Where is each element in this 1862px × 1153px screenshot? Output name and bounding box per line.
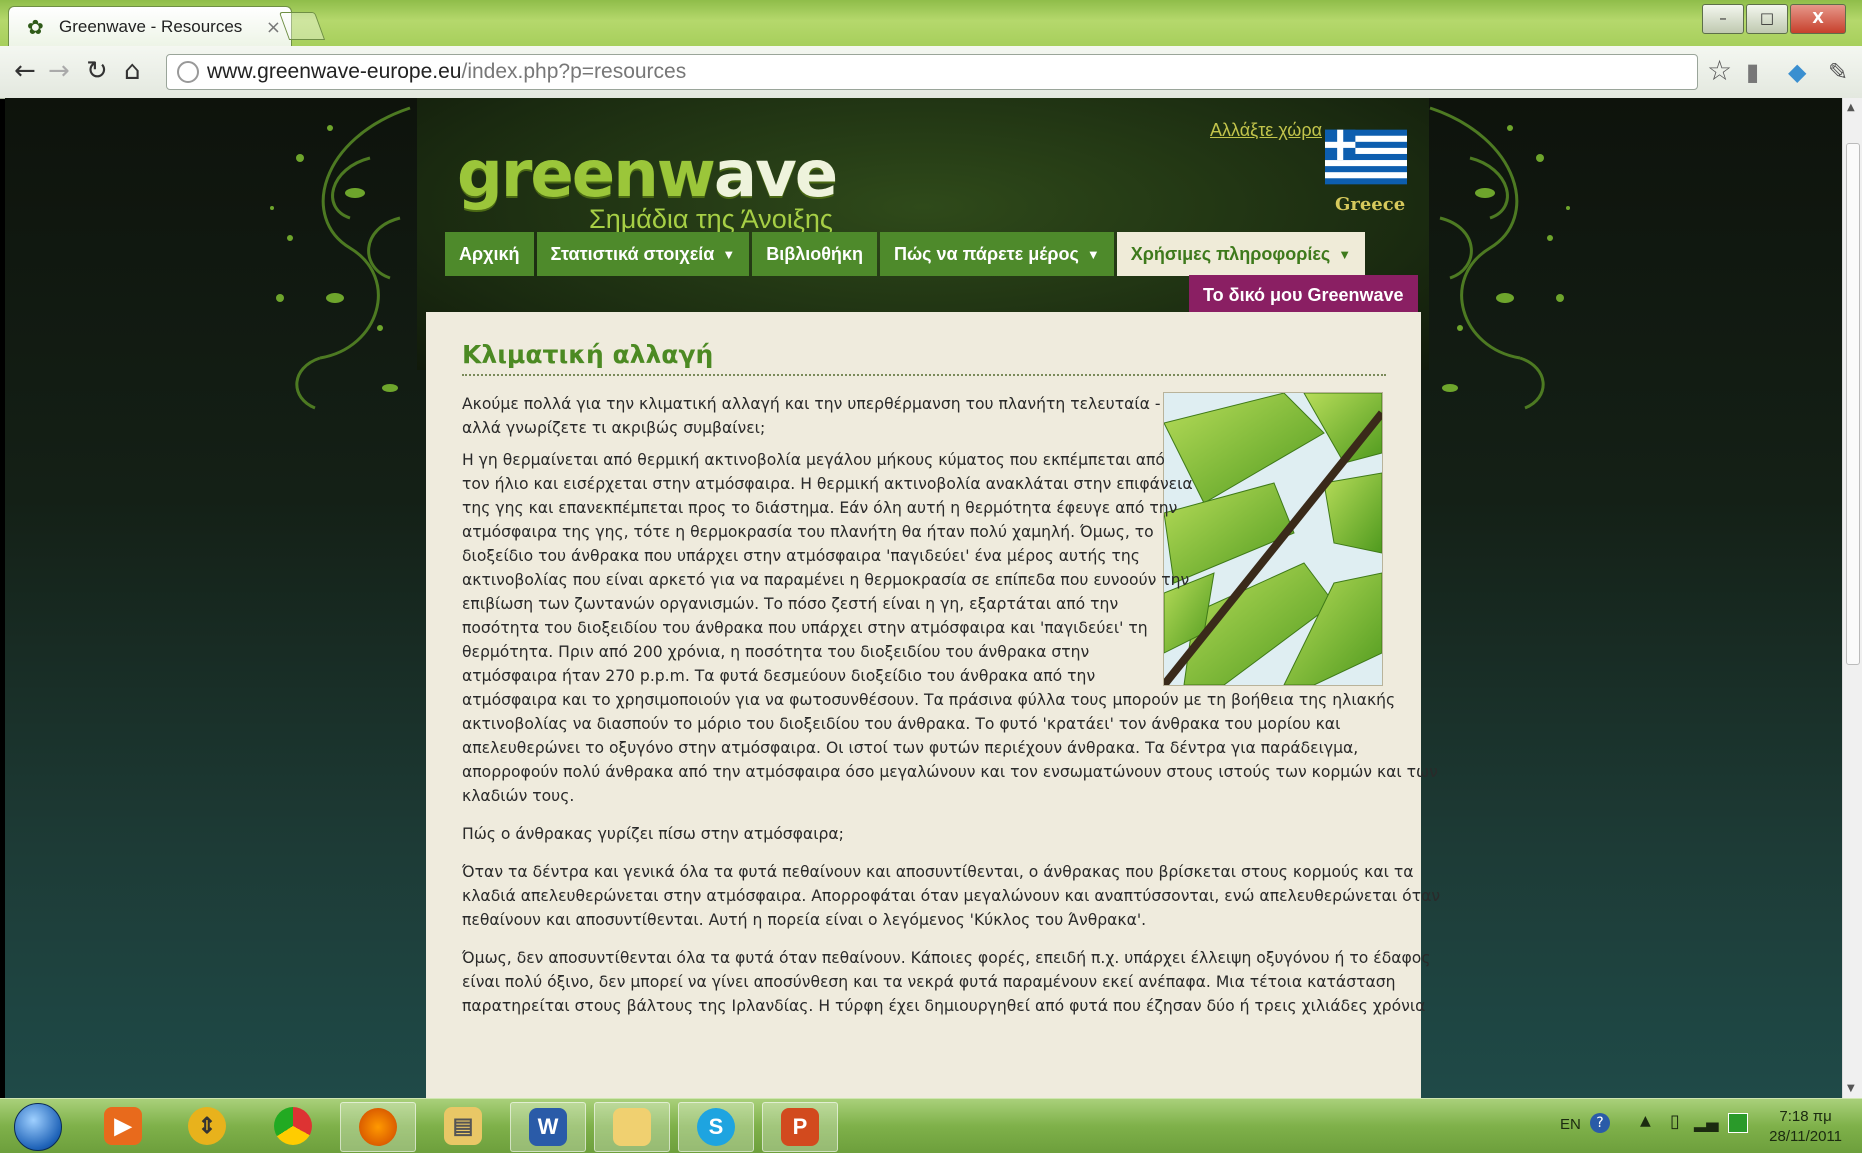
taskbar-media-player[interactable]: ▶ bbox=[86, 1102, 160, 1150]
fern-leaf-image bbox=[1163, 392, 1383, 686]
article-text-line: ατμόσφαιρα και το χρησιμοποιούν για να φ… bbox=[462, 691, 1396, 709]
window-controls: – □ X bbox=[1700, 4, 1846, 34]
taskbar-word[interactable]: W bbox=[510, 1102, 586, 1152]
reload-icon[interactable]: ↻ bbox=[86, 56, 108, 86]
home-icon[interactable]: ⌂ bbox=[124, 56, 141, 86]
my-greenwave-button[interactable]: Το δικό μου Greenwave bbox=[1189, 275, 1418, 316]
greece-flag-icon[interactable] bbox=[1325, 126, 1407, 188]
chevron-down-icon: ▼ bbox=[722, 246, 736, 262]
tray-app-icon[interactable] bbox=[1728, 1113, 1748, 1133]
taskbar-app-arrows[interactable]: ⇕ bbox=[170, 1102, 244, 1150]
minimize-button[interactable]: – bbox=[1702, 4, 1744, 34]
menu-item-participate[interactable]: Πώς να πάρετε μέρος ▼ bbox=[879, 232, 1114, 276]
system-tray: EN ? ▲ ▯ ▂▄ 7:18 πμ 28/11/2011 bbox=[1522, 1099, 1862, 1153]
article-title: Κλιματική αλλαγή bbox=[462, 340, 714, 369]
taskbar-folder[interactable] bbox=[594, 1102, 670, 1152]
taskbar-chrome[interactable] bbox=[256, 1102, 330, 1150]
change-country-link[interactable]: Αλλάξτε χώρα bbox=[1210, 120, 1322, 141]
taskbar-skype[interactable]: S bbox=[678, 1102, 754, 1152]
system-clock[interactable]: 7:18 πμ 28/11/2011 bbox=[1769, 1107, 1842, 1147]
windows-taskbar: ▶ ⇕ ▤ W S P EN ? ▲ ▯ ▂▄ 7:18 πμ 28/11/20… bbox=[0, 1098, 1862, 1153]
extension-icon[interactable]: ◆ bbox=[1788, 58, 1806, 86]
country-name: Greece bbox=[1335, 194, 1406, 215]
article-text-line: απελευθερώνει το οξυγόνο στην ατμόσφαιρα… bbox=[462, 739, 1359, 757]
scroll-down-icon[interactable]: ▼ bbox=[1847, 1083, 1855, 1094]
menu-item-home[interactable]: Αρχική bbox=[445, 232, 534, 276]
language-indicator[interactable]: EN bbox=[1560, 1116, 1581, 1133]
maximize-button[interactable]: □ bbox=[1746, 4, 1788, 34]
menu-item-statistics[interactable]: Στατιστικά στοιχεία ▼ bbox=[536, 232, 750, 276]
article-text-line: Όταν τα δέντρα και γενικά όλα τα φυτά πε… bbox=[462, 863, 1414, 881]
article-text-line: ποσότητα του διοξειδίου του άνθρακα που … bbox=[462, 619, 1148, 637]
show-hidden-icons-icon[interactable]: ▲ bbox=[1640, 1113, 1651, 1129]
taskbar-file-explorer[interactable]: ▤ bbox=[426, 1102, 500, 1150]
site-logo[interactable]: greenwave bbox=[457, 138, 838, 212]
article-content: Κλιματική αλλαγή Ακούμε πολλά για την κλ bbox=[426, 312, 1440, 1098]
site-tagline: Σημάδια της Άνοιξης bbox=[589, 204, 833, 234]
article-text-line: επιβίωση των ζωντανών οργανισμών. Το πόσ… bbox=[462, 595, 1119, 613]
article-text-line: ατμόσφαιρα της γης, τότε η θερμοκρασία τ… bbox=[462, 523, 1154, 541]
tab-close-icon[interactable]: × bbox=[266, 17, 281, 38]
title-divider bbox=[462, 374, 1386, 376]
browser-tab[interactable]: ✿ Greenwave - Resources × bbox=[8, 6, 292, 47]
article-text-line: της γης και επανεκπέμπεται προς το διάστ… bbox=[462, 499, 1178, 517]
bookmark-star-icon[interactable]: ☆ bbox=[1707, 54, 1732, 87]
article-text-line: κλαδιών τους. bbox=[462, 787, 575, 805]
url-text: www.greenwave-europe.eu/index.php?p=reso… bbox=[207, 60, 687, 83]
article-text-line: ακτινοβολίας που είναι αρκετό για να παρ… bbox=[462, 571, 1190, 589]
page-info-icon[interactable] bbox=[177, 61, 199, 83]
address-bar[interactable]: www.greenwave-europe.eu/index.php?p=reso… bbox=[166, 54, 1698, 90]
chevron-down-icon: ▼ bbox=[1086, 246, 1100, 262]
right-swirl-decoration bbox=[1429, 106, 1570, 410]
article-subheading: Πώς ο άνθρακας γυρίζει πίσω στην ατμόσφα… bbox=[462, 825, 844, 843]
article-text-line: ακτινοβολίας να διασπούν το μόριο του δι… bbox=[462, 715, 1341, 733]
tab-title: Greenwave - Resources bbox=[59, 17, 243, 36]
page-viewport: greenwave Σημάδια της Άνοιξης Αλλάξτε χώ… bbox=[5, 98, 1843, 1098]
start-button[interactable] bbox=[14, 1103, 62, 1151]
article-text-line: Η γη θερμαίνεται από θερμική ακτινοβολία… bbox=[462, 451, 1165, 469]
main-menu: Αρχική Στατιστικά στοιχεία ▼ Βιβλιοθήκη Π… bbox=[445, 232, 1368, 276]
article-text-line: τον ήλιο και εισέρχεται στην ατμόσφαιρα.… bbox=[462, 475, 1193, 493]
extension-bars-icon[interactable]: ▮ bbox=[1746, 58, 1759, 86]
chevron-down-icon: ▼ bbox=[1338, 246, 1352, 262]
article-text-line: Ακούμε πολλά για την κλιματική αλλαγή κα… bbox=[462, 395, 1161, 413]
article-text-line: αλλά γνωρίζετε τι ακριβώς συμβαίνει; bbox=[462, 419, 766, 437]
menu-item-library[interactable]: Βιβλιοθήκη bbox=[752, 232, 877, 276]
greenwave-favicon-icon: ✿ bbox=[27, 15, 44, 39]
article-text-line: είναι πολύ όξινο, δεν μπορεί να γίνει απ… bbox=[462, 973, 1396, 991]
article-text-line: διοξείδιο του άνθρακα που υπάρχει στην α… bbox=[462, 547, 1140, 565]
browser-toolbar: ← → ↻ ⌂ www.greenwave-europe.eu/index.ph… bbox=[0, 46, 1862, 99]
article-text-line: ατμόσφαιρα ήταν 270 p.p.m. Τα φυτά δεσμε… bbox=[462, 667, 1096, 685]
page-scrollbar[interactable]: ▲ ▼ bbox=[1842, 98, 1862, 1098]
article-text-line: κλαδιά απελευθερώνεται στην ατμόσφαιρα. … bbox=[462, 887, 1441, 905]
article-text-line: απορροφούν πολύ άνθρακα από την ατμόσφαι… bbox=[462, 763, 1438, 781]
article-text-line: πεθαίνουν και αποσυντίθενται. Αυτή η πορ… bbox=[462, 911, 1147, 929]
battery-icon[interactable]: ▯ bbox=[1670, 1111, 1680, 1132]
help-icon[interactable]: ? bbox=[1590, 1113, 1610, 1133]
clock-time: 7:18 πμ bbox=[1779, 1108, 1832, 1125]
clock-date: 28/11/2011 bbox=[1769, 1128, 1842, 1145]
close-window-button[interactable]: X bbox=[1790, 4, 1846, 34]
network-signal-icon[interactable]: ▂▄ bbox=[1694, 1113, 1719, 1132]
article-text-line: θερμότητα. Πριν από 200 χρόνια, η ποσότη… bbox=[462, 643, 1090, 661]
browser-titlebar: ✿ Greenwave - Resources × – □ X bbox=[0, 0, 1862, 47]
forward-arrow-icon[interactable]: → bbox=[48, 56, 70, 86]
wrench-menu-icon[interactable]: ✎ bbox=[1828, 58, 1848, 86]
menu-item-useful-info[interactable]: Χρήσιμες πληροφορίες ▼ bbox=[1116, 232, 1366, 276]
taskbar-powerpoint[interactable]: P bbox=[762, 1102, 838, 1152]
scroll-up-icon[interactable]: ▲ bbox=[1847, 102, 1855, 113]
taskbar-firefox[interactable] bbox=[340, 1102, 416, 1152]
back-arrow-icon[interactable]: ← bbox=[14, 56, 36, 86]
left-swirl-decoration bbox=[270, 106, 411, 410]
scrollbar-thumb[interactable] bbox=[1846, 143, 1860, 665]
article-text-line: Όμως, δεν αποσυντίθενται όλα τα φυτά ότα… bbox=[462, 949, 1431, 967]
article-text-line: παρατηρείται στους βάλτους της Ιρλανδίας… bbox=[462, 997, 1426, 1015]
